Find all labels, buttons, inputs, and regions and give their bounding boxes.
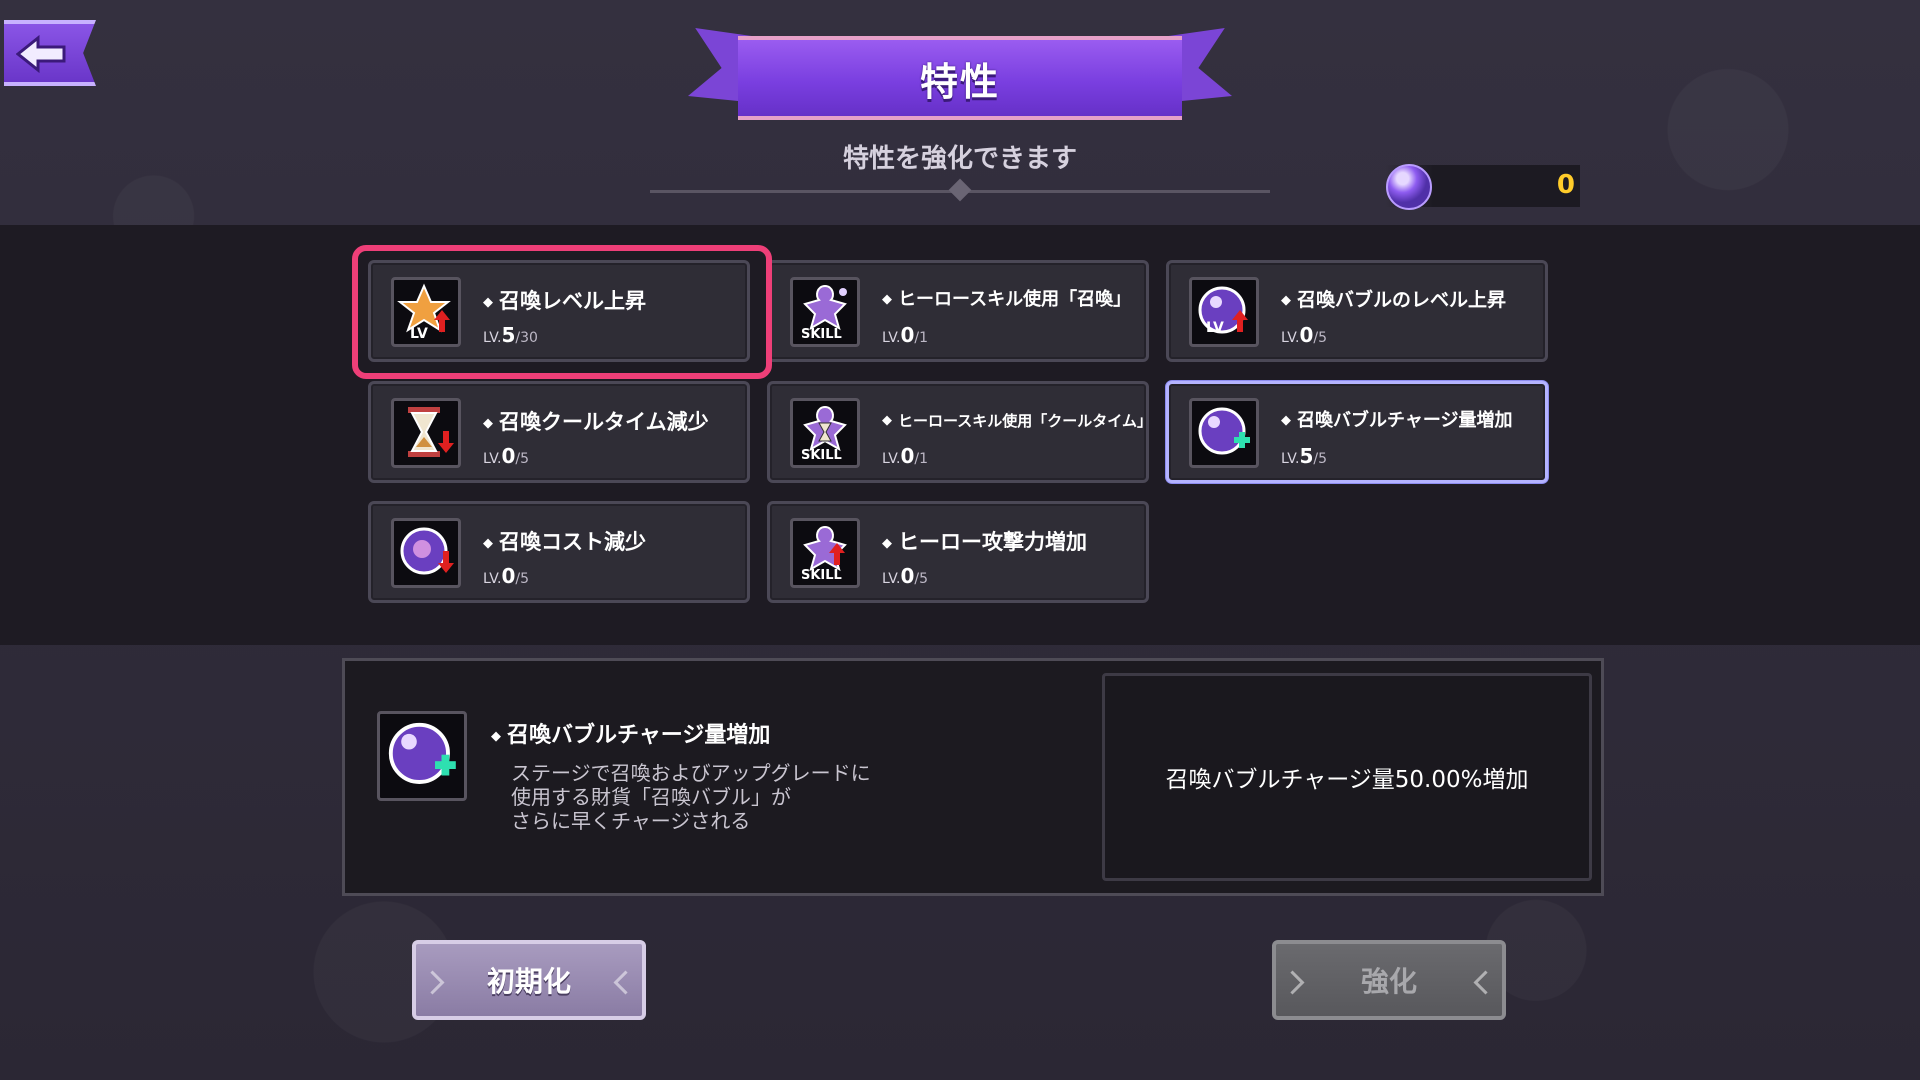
trait-card-summon-cost-down[interactable]: ◆ 召喚コスト減少 LV.0/5 [368, 501, 750, 603]
trait-detail-panel: ◆ 召喚バブルチャージ量増加 ステージで召喚およびアップグレードに 使用する財貨「… [342, 658, 1604, 896]
trait-level: 0 [900, 564, 915, 588]
hero-attack-up-icon: SKILL [790, 518, 860, 588]
hourglass-icon [391, 398, 461, 468]
trait-title: 召喚クールタイム減少 [499, 410, 709, 434]
hero-skill-hourglass-icon: SKILL [790, 398, 860, 468]
currency-value: 0 [1556, 170, 1575, 200]
trait-card-bubble-charge-up[interactable]: ◆ 召喚バブルチャージ量増加 LV.5/5 [1166, 381, 1548, 483]
trait-max: /5 [914, 571, 929, 587]
hero-skill-icon: SKILL [790, 277, 860, 347]
detail-title: 召喚バブルチャージ量増加 [507, 723, 771, 748]
reset-button[interactable]: 初期化 [412, 940, 646, 1020]
trait-card-hero-attack-up[interactable]: SKILL ◆ ヒーロー攻撃力増加 LV.0/5 [767, 501, 1149, 603]
trait-max: /1 [914, 451, 929, 467]
selected-card-highlight [352, 245, 772, 379]
trait-title: ヒーロースキル使用「クールタイム」 [898, 412, 1152, 430]
trait-title: 召喚バブルのレベル上昇 [1297, 289, 1507, 311]
trait-level: 0 [900, 444, 915, 468]
bubble-plus-icon [377, 711, 467, 801]
back-arrow-icon [16, 34, 66, 74]
page-subtitle: 特性を強化できます [842, 144, 1077, 174]
trait-level: 0 [501, 444, 516, 468]
trait-title: ヒーロー攻撃力増加 [898, 530, 1087, 554]
detail-effect-text: 召喚バブルチャージ量50.00%増加 [1165, 767, 1529, 793]
bubble-level-up-icon: LV [1189, 277, 1259, 347]
svg-text:LV: LV [1206, 320, 1224, 336]
trait-level: 0 [1299, 323, 1314, 347]
page-title: 特性 [919, 59, 1000, 104]
summon-bubble-icon [1386, 164, 1432, 210]
svg-text:SKILL: SKILL [801, 448, 842, 463]
trait-max: /5 [1313, 451, 1328, 467]
trait-card-summon-cooldown[interactable]: ◆ 召喚クールタイム減少 LV.0/5 [368, 381, 750, 483]
trait-max: /5 [1313, 330, 1328, 346]
bubble-cost-down-icon [391, 518, 461, 588]
detail-effect-box: 召喚バブルチャージ量50.00%増加 [1102, 673, 1592, 881]
trait-max: /5 [515, 451, 530, 467]
trait-title: ヒーロースキル使用「召喚」 [898, 289, 1132, 310]
trait-title: 召喚バブルチャージ量増加 [1297, 410, 1513, 431]
trait-level: 0 [900, 323, 915, 347]
trait-level: 5 [1299, 444, 1314, 468]
trait-max: /5 [515, 571, 530, 587]
trait-card-bubble-level-up[interactable]: LV ◆ 召喚バブルのレベル上昇 LV.0/5 [1166, 260, 1548, 362]
trait-card-hero-skill-summon[interactable]: SKILL ◆ ヒーロースキル使用「召喚」 LV.0/1 [767, 260, 1149, 362]
trait-title: 召喚コスト減少 [499, 530, 646, 554]
detail-description: ステージで召喚およびアップグレードに 使用する財貨「召喚バブル」が さらに早くチ… [511, 761, 871, 833]
trait-level: 0 [501, 564, 516, 588]
svg-text:SKILL: SKILL [801, 327, 842, 342]
enhance-button[interactable]: 強化 [1272, 940, 1506, 1020]
trait-card-hero-skill-cooldown[interactable]: SKILL ◆ ヒーロースキル使用「クールタイム」 LV.0/1 [767, 381, 1152, 483]
back-button[interactable] [4, 20, 96, 86]
bubble-plus-icon [1189, 398, 1259, 468]
title-ribbon: 特性 [680, 18, 1240, 128]
trait-max: /1 [914, 330, 929, 346]
svg-text:SKILL: SKILL [801, 568, 842, 583]
